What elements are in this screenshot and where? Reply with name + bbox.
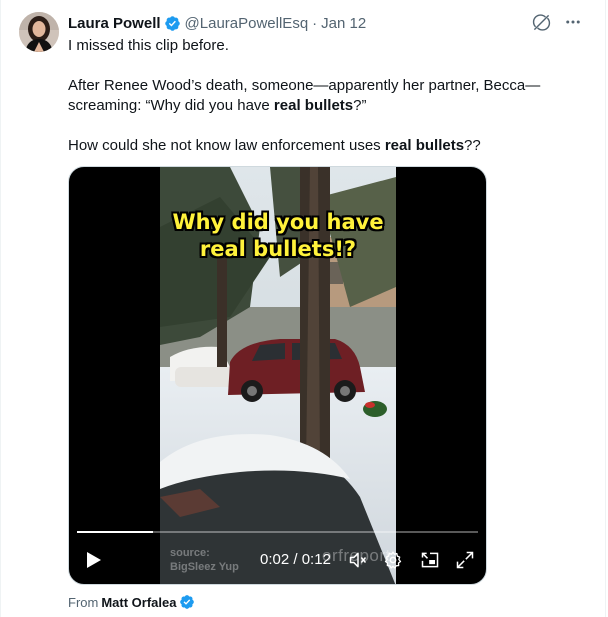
settings-gear-icon[interactable] — [383, 550, 403, 570]
author-handle[interactable]: @LauraPowellEsq — [185, 15, 309, 32]
video-current-time: 0:02 — [260, 551, 290, 568]
play-icon[interactable] — [83, 550, 103, 570]
video-source-overlay: source: BigSleez Yup — [170, 546, 239, 574]
video-controls: source: BigSleez Yup orfreport 0:02 / 0:… — [69, 536, 486, 584]
video-duration: 0:12 — [301, 551, 331, 568]
paragraph-2-text-b: ?” — [353, 97, 367, 114]
video-progress-bar[interactable] — [77, 531, 478, 533]
volume-muted-icon[interactable] — [348, 550, 368, 570]
video-time-separator: / — [289, 551, 302, 568]
more-icon[interactable] — [563, 12, 583, 32]
video-caption: Why did you have real bullets!? — [160, 209, 396, 263]
source-name: BigSleez Yup — [170, 561, 239, 573]
video-time: 0:02 / 0:12 — [260, 551, 331, 568]
tweet-paragraph-1: I missed this clip before. — [68, 37, 229, 54]
video-frame[interactable]: Why did you have real bullets!? — [160, 167, 396, 584]
tweet-paragraph-2: After Renee Wood’s death, someone—appare… — [68, 76, 588, 116]
tweet-text: I missed this clip before. After Renee W… — [68, 36, 588, 176]
tweet-header: Laura Powell @LauraPowellEsq · Jan 12 — [68, 13, 366, 33]
author-name[interactable]: Laura Powell — [68, 15, 161, 32]
post-date[interactable]: Jan 12 — [321, 15, 366, 32]
header-separator: · — [312, 14, 318, 32]
caption-line-1: Why did you have — [172, 210, 384, 234]
caption-line-2: real bullets!? — [199, 237, 357, 261]
video-attribution: From Matt Orfalea — [68, 594, 195, 610]
video-player[interactable]: Why did you have real bullets!? source: … — [68, 166, 487, 585]
video-progress-fill — [77, 531, 154, 533]
paragraph-3-bold: real bullets — [384, 137, 465, 154]
paragraph-3-text-a: How could she not know law enforcement u… — [68, 137, 385, 154]
paragraph-2-bold: real bullets — [273, 97, 354, 114]
verified-badge-icon — [164, 15, 181, 32]
avatar-photo — [19, 12, 59, 52]
verified-badge-icon — [179, 594, 195, 610]
attribution-prefix: From — [68, 594, 99, 610]
tweet-container: Laura Powell @LauraPowellEsq · Jan 12 I … — [0, 0, 606, 617]
tweet-paragraph-3: How could she not know law enforcement u… — [68, 136, 588, 156]
tweet-actions-top — [531, 12, 583, 32]
fullscreen-icon[interactable] — [455, 550, 475, 570]
source-label: source: — [170, 547, 210, 559]
picture-in-picture-icon[interactable] — [420, 550, 440, 570]
paragraph-3-text-b: ?? — [464, 137, 481, 154]
attribution-author[interactable]: Matt Orfalea — [101, 595, 176, 610]
grok-icon[interactable] — [531, 12, 551, 32]
avatar[interactable] — [19, 12, 59, 52]
